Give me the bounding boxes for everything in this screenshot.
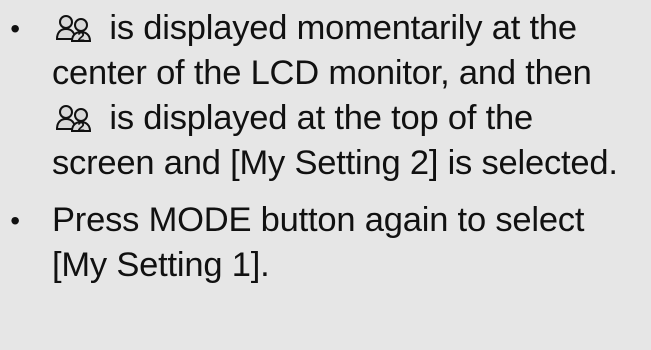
instruction-list: • 2 2 is displayed momentarily at the ce…	[0, 6, 651, 288]
bullet: •	[10, 205, 20, 236]
icon-number: 2	[54, 43, 55, 44]
item-text-part-2: is displayed at the top of the screen an…	[52, 99, 618, 182]
item-text-part-1: is displayed momentarily at the center o…	[52, 9, 592, 92]
list-item: • Press MODE button again to select [My …	[0, 198, 651, 288]
item-text: Press MODE button again to select [My Se…	[52, 201, 585, 284]
my-setting-2-icon: 2 2	[54, 103, 94, 133]
svg-text:2: 2	[77, 119, 84, 133]
bullet: •	[10, 13, 20, 44]
svg-text:2: 2	[77, 29, 84, 43]
icon-number: 2	[54, 133, 55, 134]
list-item: • 2 2 is displayed momentarily at the ce…	[0, 6, 651, 186]
page: • 2 2 is displayed momentarily at the ce…	[0, 0, 651, 350]
my-setting-2-icon: 2 2	[54, 13, 94, 43]
